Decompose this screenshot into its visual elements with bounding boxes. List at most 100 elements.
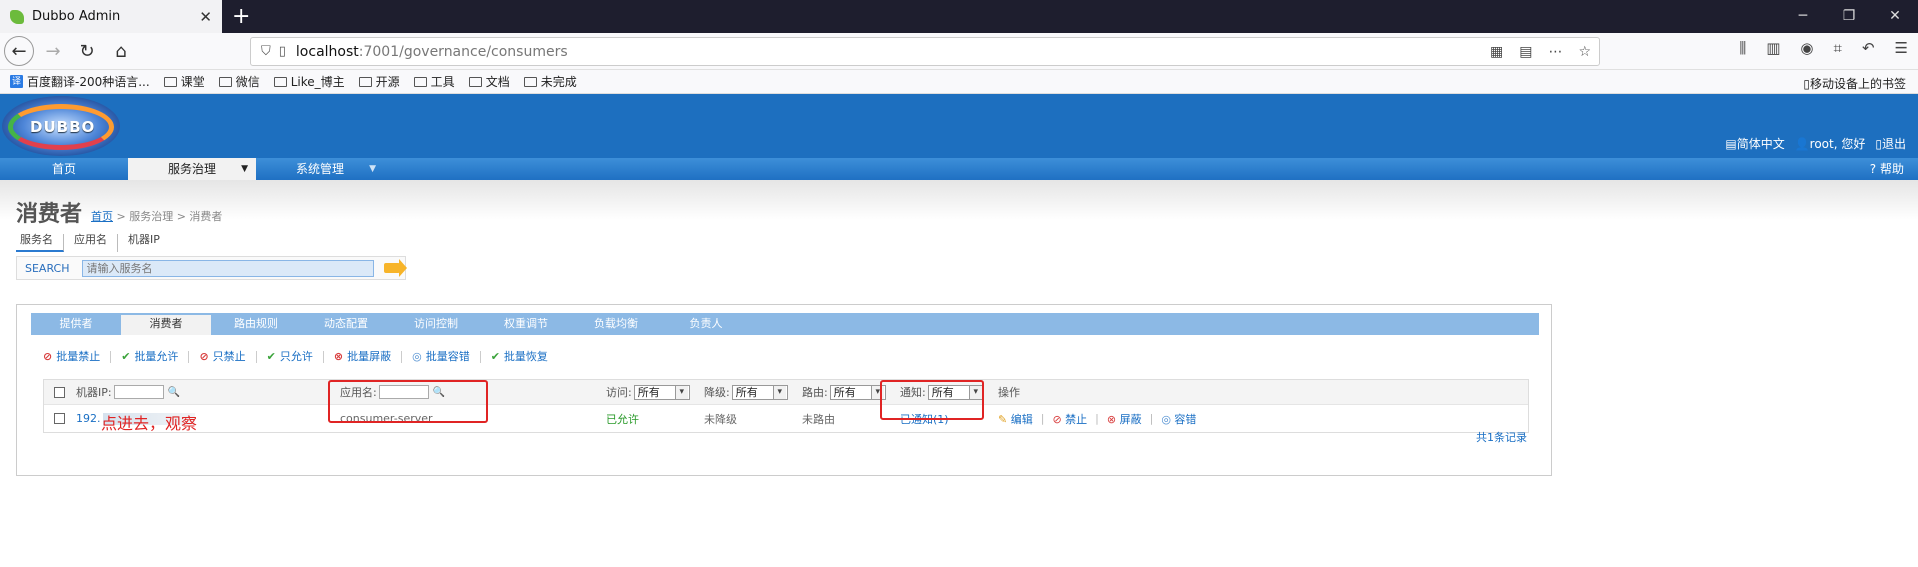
- browser-tab[interactable]: Dubbo Admin ✕: [0, 0, 222, 33]
- select-all-checkbox[interactable]: [54, 386, 65, 398]
- account-icon[interactable]: ◉: [1800, 39, 1813, 57]
- forward-arrow-icon[interactable]: →: [38, 36, 68, 66]
- menu-service-governance[interactable]: 服务治理 ▼: [128, 158, 256, 180]
- only-forbid-button[interactable]: ⊘ 只禁止: [189, 350, 257, 363]
- ip-filter: 机器IP: 🔍: [76, 385, 181, 399]
- reload-icon[interactable]: ↻: [72, 36, 102, 66]
- caret-down-icon: ▼: [241, 164, 248, 174]
- bookmark-folder[interactable]: 未完成: [523, 73, 577, 90]
- help-link[interactable]: ? 帮助: [1870, 158, 1904, 180]
- library-icon[interactable]: ⫼: [1739, 39, 1746, 57]
- edit-button[interactable]: ✎ 编辑: [998, 411, 1033, 427]
- undo-icon[interactable]: ↶: [1862, 39, 1875, 57]
- bookmarks-bar: 译百度翻译-200种语言... 课堂 微信 Like_博主 开源 工具 文档 未…: [0, 70, 1918, 94]
- bookmark-folder[interactable]: 开源: [358, 73, 400, 90]
- folder-icon: [218, 76, 232, 87]
- tab-load-balance[interactable]: 负载均衡: [571, 313, 661, 335]
- menu-home[interactable]: 首页: [0, 158, 128, 180]
- more-actions-icon[interactable]: ⋯: [1548, 44, 1562, 60]
- check-icon: ✔: [266, 350, 276, 363]
- tab-access-control[interactable]: 访问控制: [391, 313, 481, 335]
- breadcrumb: 首页 > 服务治理 > 消费者: [91, 210, 223, 223]
- app-header: DUBBO ▤ 简体中文 👤 root, 您好 ▯ 退出: [0, 94, 1918, 158]
- page-info-icon[interactable]: ▯: [279, 44, 286, 59]
- consumer-panel: 提供者 消费者 路由规则 动态配置 访问控制 权重调节 负载均衡 负责人 ⊘ 批量…: [16, 304, 1552, 476]
- ip-filter-input[interactable]: [113, 385, 164, 399]
- search-tab-service[interactable]: 服务名: [16, 234, 64, 252]
- bookmark-folder[interactable]: 课堂: [163, 73, 205, 90]
- tab-owner[interactable]: 负责人: [661, 313, 751, 335]
- table-header: 机器IP: 🔍 应用名: 🔍 访问: 所有 降级: 所有: [44, 380, 1528, 404]
- close-tab-icon[interactable]: ✕: [199, 8, 212, 26]
- highlight-box-notify: [880, 380, 984, 420]
- screenshot-icon[interactable]: ⌗: [1834, 39, 1842, 57]
- sidebar-icon[interactable]: ▥: [1766, 39, 1780, 57]
- bookmark-folder[interactable]: 文档: [468, 73, 510, 90]
- home-icon[interactable]: ⌂: [106, 36, 136, 66]
- bookmark-folder[interactable]: 工具: [413, 73, 455, 90]
- tab-dynamic-config[interactable]: 动态配置: [301, 313, 391, 335]
- mobile-bookmarks[interactable]: ▯移动设备上的书签: [1803, 75, 1906, 92]
- menu-system-admin[interactable]: 系统管理 ▼: [256, 158, 384, 180]
- tab-routes[interactable]: 路由规则: [211, 313, 301, 335]
- language-link[interactable]: ▤ 简体中文: [1725, 135, 1784, 152]
- only-allow-button[interactable]: ✔ 只允许: [257, 351, 324, 363]
- search-tab-ip[interactable]: 机器IP: [118, 234, 170, 252]
- search-go-arrow-icon[interactable]: [383, 259, 407, 277]
- bookmark-folder[interactable]: Like_博主: [273, 73, 345, 90]
- batch-recover-button[interactable]: ✔ 批量恢复: [481, 351, 558, 363]
- highlight-box-app: [328, 380, 488, 423]
- back-arrow-icon[interactable]: ←: [4, 36, 34, 66]
- search-icon[interactable]: 🔍: [168, 387, 180, 398]
- breadcrumb-home-link[interactable]: 首页: [91, 210, 113, 223]
- bookmark-folder[interactable]: 微信: [218, 73, 260, 90]
- batch-allow-button[interactable]: ✔ 批量允许: [111, 351, 190, 363]
- bookmark-item[interactable]: 译百度翻译-200种语言...: [10, 73, 150, 90]
- tolerance-button[interactable]: ◎ 容错: [1161, 411, 1196, 427]
- forbid-icon: ⊘: [199, 350, 209, 363]
- tab-providers[interactable]: 提供者: [31, 313, 121, 335]
- row-route-status: 未路由: [802, 412, 835, 426]
- folder-icon: [163, 76, 177, 87]
- url-host: localhost: [295, 43, 359, 60]
- search-tab-app[interactable]: 应用名: [64, 234, 118, 252]
- search-input[interactable]: 请输入服务名: [81, 259, 374, 277]
- main-menu: 首页 服务治理 ▼ 系统管理 ▼ ? 帮助: [0, 158, 1918, 180]
- tolerance-icon: ◎: [1161, 412, 1171, 426]
- access-select[interactable]: 所有: [633, 384, 690, 400]
- route-filter: 路由: 所有: [802, 384, 886, 400]
- forbid-icon: ⊘: [43, 350, 53, 363]
- menu-icon[interactable]: ☰: [1895, 39, 1908, 57]
- shield-icon: ⛉: [261, 44, 271, 59]
- reader-view-icon[interactable]: ▤: [1519, 44, 1532, 60]
- window-close-icon[interactable]: ✕: [1872, 0, 1918, 33]
- new-tab-button[interactable]: +: [232, 4, 250, 29]
- logout-link[interactable]: ▯ 退出: [1875, 135, 1906, 152]
- degrade-select[interactable]: 所有: [731, 384, 788, 400]
- forbid-icon: ⊘: [1052, 412, 1062, 426]
- minimize-icon[interactable]: ─: [1780, 0, 1826, 33]
- tab-consumers[interactable]: 消费者: [121, 313, 211, 335]
- batch-tolerance-button[interactable]: ◎ 批量容错: [402, 351, 481, 363]
- row-checkbox[interactable]: [54, 413, 65, 424]
- qr-code-icon[interactable]: ▦: [1490, 44, 1503, 60]
- row-degrade-status: 未降级: [704, 412, 737, 426]
- content-area: 消费者 首页 > 服务治理 > 消费者 服务名 应用名 机器IP SEARCH …: [0, 180, 1918, 567]
- restore-icon[interactable]: ❐: [1826, 0, 1872, 33]
- user-greeting: 👤 root, 您好: [1794, 136, 1866, 152]
- ops-header: 操作: [998, 386, 1020, 399]
- address-bar[interactable]: ⛉ ▯ localhost :7001/governance/consumers…: [250, 37, 1600, 66]
- logout-icon: ▯: [1875, 136, 1882, 151]
- page-title: 消费者: [16, 202, 83, 227]
- tab-weight[interactable]: 权重调节: [481, 313, 571, 335]
- shield-button[interactable]: ⊗ 屏蔽: [1107, 411, 1142, 427]
- help-icon: ?: [1869, 162, 1877, 176]
- bookmark-star-icon[interactable]: ☆: [1578, 44, 1591, 60]
- folder-icon: [413, 76, 427, 87]
- shield-x-icon: ⊗: [1106, 412, 1117, 426]
- route-select[interactable]: 所有: [829, 384, 886, 400]
- forbid-button[interactable]: ⊘ 禁止: [1052, 411, 1087, 427]
- leaf-favicon-icon: [10, 9, 24, 24]
- batch-shield-button[interactable]: ⊗ 批量屏蔽: [324, 351, 403, 363]
- batch-forbid-button[interactable]: ⊘ 批量禁止: [43, 350, 112, 363]
